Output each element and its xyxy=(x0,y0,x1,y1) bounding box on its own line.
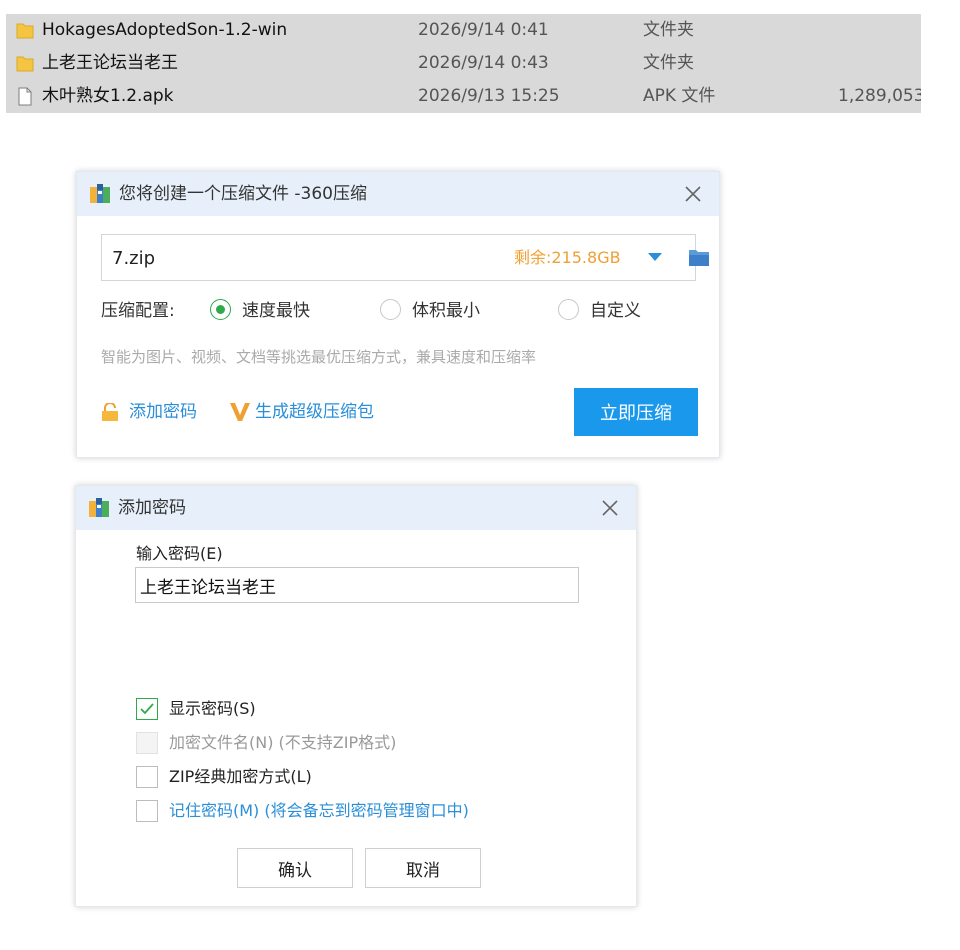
close-button[interactable] xyxy=(677,178,709,210)
compress-dialog: 您将创建一个压缩文件 -360压缩 剩余:215.8GB 压缩配置: 速度最快 … xyxy=(76,171,720,458)
dialog-title: 您将创建一个压缩文件 -360压缩 xyxy=(119,184,367,204)
file-name: HokagesAdoptedSon-1.2-win xyxy=(42,20,288,40)
file-type: 文件夹 xyxy=(643,20,694,40)
password-input[interactable] xyxy=(135,567,579,603)
disk-space-label: 剩余:215.8GB xyxy=(514,248,621,267)
radio-fastest[interactable]: 速度最快 xyxy=(210,298,330,324)
file-date: 2026/9/13 15:25 xyxy=(418,86,560,106)
radio-circle xyxy=(210,299,231,320)
compression-hint: 智能为图片、视频、文档等挑选最优压缩方式，兼具速度和压缩率 xyxy=(101,348,537,366)
folder-icon xyxy=(16,56,34,72)
cancel-button[interactable]: 取消 xyxy=(365,848,481,888)
title-bar[interactable]: 您将创建一个压缩文件 -360压缩 xyxy=(77,172,719,216)
radio-label: 体积最小 xyxy=(412,301,480,321)
checkbox-box xyxy=(136,698,158,720)
radio-circle xyxy=(558,299,579,320)
file-date: 2026/9/14 0:43 xyxy=(418,53,549,73)
radio-label: 速度最快 xyxy=(242,301,310,321)
add-password-link[interactable]: 添加密码 xyxy=(101,399,197,425)
compress-now-button[interactable]: 立即压缩 xyxy=(574,388,698,436)
checkbox-label: 记住密码(M) (将会备忘到密码管理窗口中) xyxy=(169,801,469,820)
checkbox-box xyxy=(136,766,158,788)
filename-input[interactable] xyxy=(110,235,454,282)
close-icon xyxy=(602,500,618,516)
checkbox-label: 显示密码(S) xyxy=(169,699,256,718)
file-type: APK 文件 xyxy=(643,86,716,106)
radio-smallest[interactable]: 体积最小 xyxy=(380,298,500,324)
lock-icon xyxy=(102,403,118,421)
file-row[interactable]: 上老王论坛当老王 2026/9/14 0:43 文件夹 xyxy=(6,47,921,80)
radio-custom[interactable]: 自定义 xyxy=(558,298,658,324)
config-label: 压缩配置: xyxy=(101,301,175,321)
super-zip-link[interactable]: 生成超级压缩包 xyxy=(229,399,374,425)
file-size: 1,289,053, xyxy=(838,86,921,106)
password-input-label: 输入密码(E) xyxy=(136,544,223,563)
title-bar[interactable]: 添加密码 xyxy=(76,486,636,530)
checkmark-icon xyxy=(140,703,154,715)
close-icon xyxy=(685,186,701,202)
close-button[interactable] xyxy=(594,492,626,524)
checkbox-label: 加密文件名(N) (不支持ZIP格式) xyxy=(169,733,397,752)
checkbox-box xyxy=(136,732,158,754)
file-icon xyxy=(18,87,32,106)
caret-down-icon[interactable] xyxy=(648,252,662,262)
radio-label: 自定义 xyxy=(590,301,641,321)
archive-app-icon xyxy=(90,184,110,203)
filename-box: 剩余:215.8GB xyxy=(101,234,709,282)
ok-button[interactable]: 确认 xyxy=(237,848,353,888)
checkbox-box xyxy=(136,800,158,822)
file-name: 木叶熟女1.2.apk xyxy=(42,86,174,106)
archive-app-icon xyxy=(89,498,109,517)
file-row[interactable]: 木叶熟女1.2.apk 2026/9/13 15:25 APK 文件 1,289… xyxy=(6,80,921,113)
add-password-dialog: 添加密码 输入密码(E) 显示密码(S) 加密文件名(N) (不支持ZIP格式)… xyxy=(75,485,637,907)
file-type: 文件夹 xyxy=(643,53,694,73)
file-row[interactable]: HokagesAdoptedSon-1.2-win 2026/9/14 0:41… xyxy=(6,14,921,47)
v-badge-icon xyxy=(230,403,250,421)
checkbox-label: ZIP经典加密方式(L) xyxy=(169,767,312,786)
file-date: 2026/9/14 0:41 xyxy=(418,20,549,40)
dialog-title: 添加密码 xyxy=(118,498,186,518)
file-list: HokagesAdoptedSon-1.2-win 2026/9/14 0:41… xyxy=(6,14,921,113)
folder-icon xyxy=(16,23,34,39)
radio-circle xyxy=(380,299,401,320)
browse-folder-icon[interactable] xyxy=(688,248,710,267)
file-name: 上老王论坛当老王 xyxy=(42,53,178,73)
